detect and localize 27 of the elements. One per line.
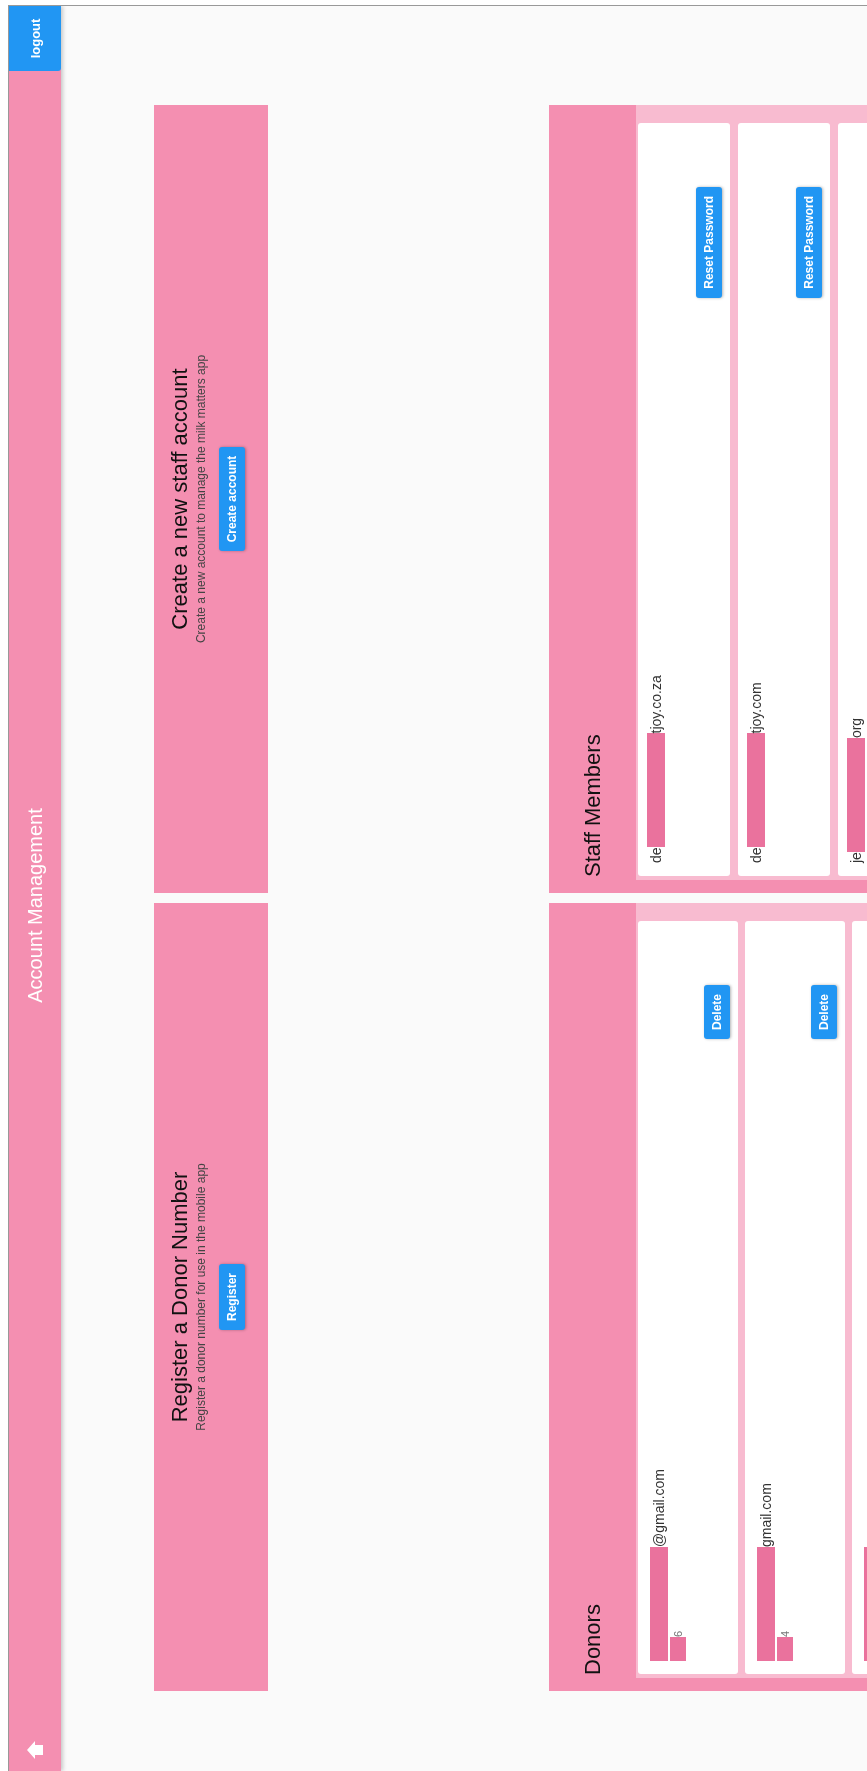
- email-text: org: [848, 717, 864, 739]
- home-icon[interactable]: [25, 1740, 45, 1760]
- redaction-bar: [670, 1637, 686, 1661]
- donor-number: 6: [672, 1630, 684, 1637]
- panel-title: Staff Members: [578, 733, 606, 879]
- email-text: gmail.com: [758, 1483, 774, 1547]
- delete-button[interactable]: Delete: [704, 985, 730, 1040]
- card-title: Register a Donor Number: [167, 1171, 193, 1423]
- donor-number: 4: [779, 1630, 791, 1637]
- reset-password-button[interactable]: Reset Password: [696, 187, 722, 298]
- redaction-bar: [777, 1637, 793, 1661]
- panel-title: Donors: [578, 1603, 606, 1677]
- card-description: Create a new account to manage the milk matters app: [193, 354, 209, 644]
- email-text: tjoy.co.za: [648, 675, 664, 734]
- email-text: @gmail.com: [651, 1469, 667, 1547]
- action-button[interactable]: Create account: [219, 446, 245, 552]
- page-title: Account Management: [23, 807, 47, 1005]
- card-description: Register a donor number for use in the mobile app: [193, 1163, 209, 1431]
- card-title: Create a new staff account: [167, 368, 193, 630]
- email-text: tjoy.com: [748, 682, 764, 734]
- reset-password-button[interactable]: Reset Password: [796, 187, 822, 298]
- email-text: de: [648, 847, 664, 863]
- email-text: je: [848, 852, 864, 863]
- action-button[interactable]: Register: [219, 1264, 245, 1330]
- delete-button[interactable]: Delete: [811, 985, 837, 1040]
- email-text: de: [748, 847, 764, 863]
- logout-button[interactable]: logout: [9, 7, 61, 71]
